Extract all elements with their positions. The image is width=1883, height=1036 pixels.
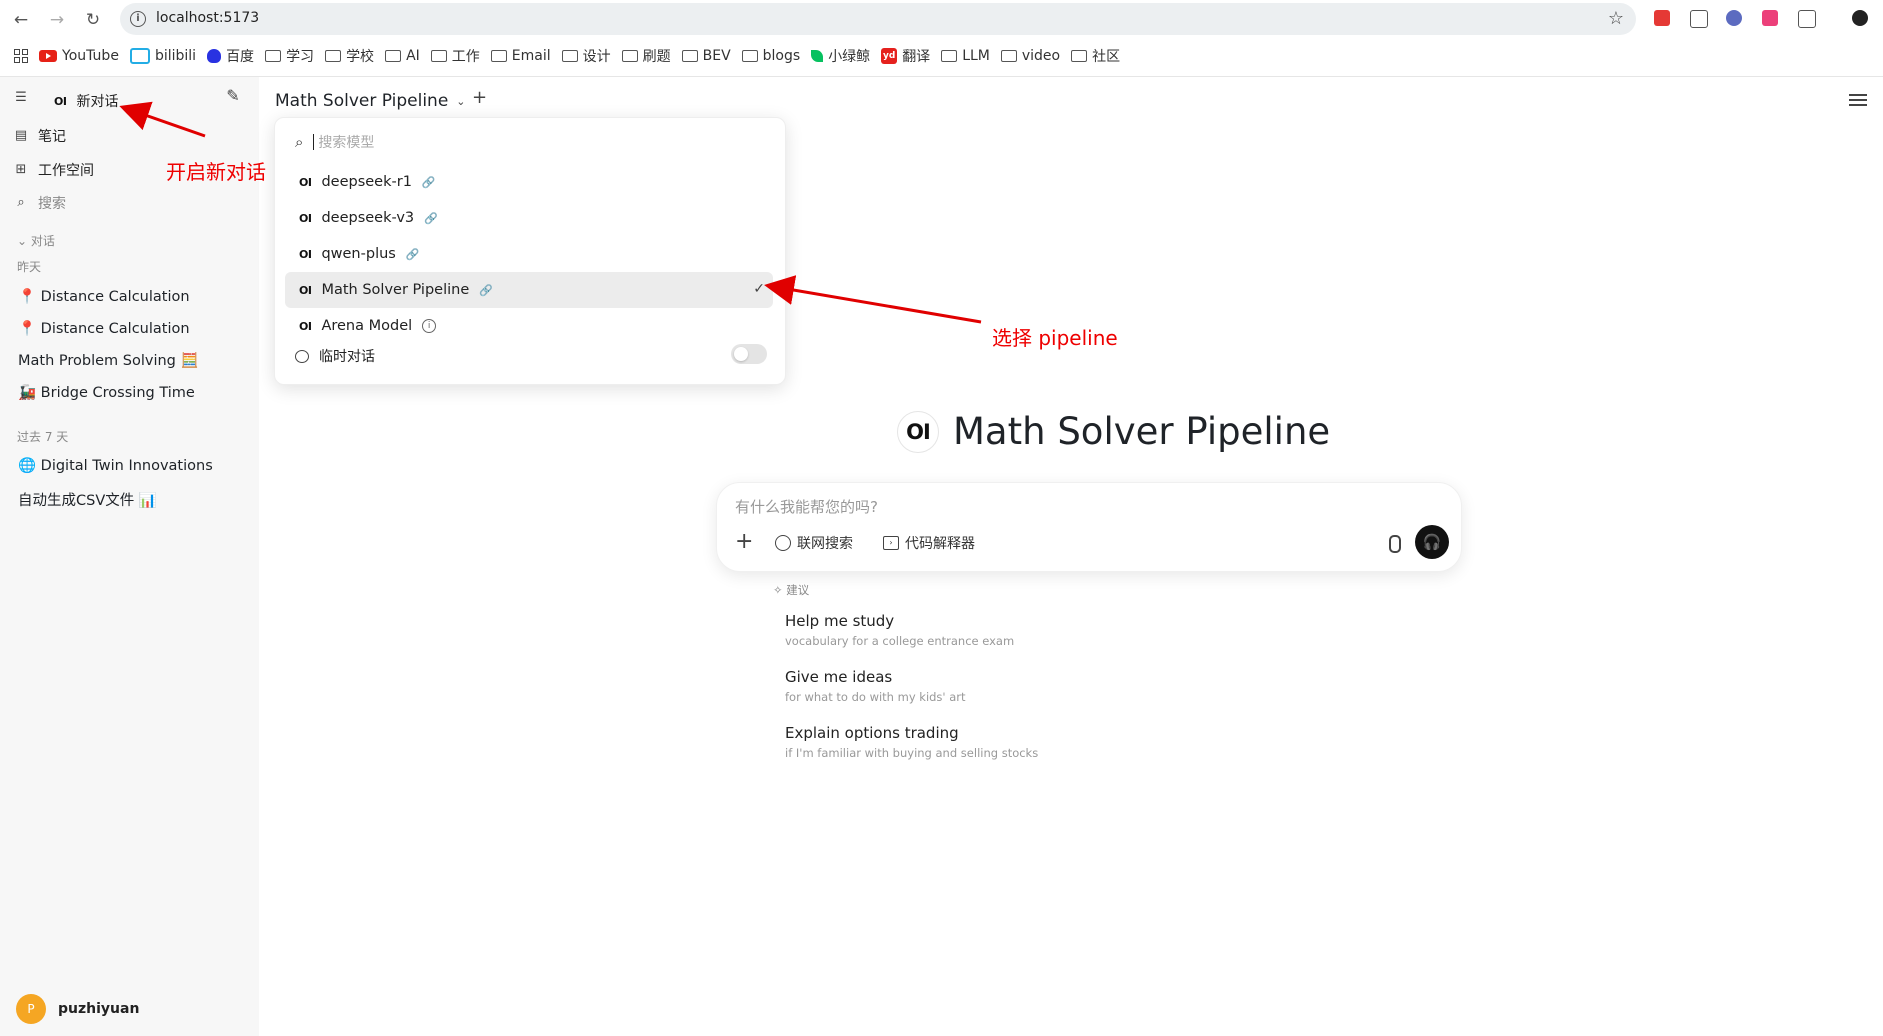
annotation-arrow-new-chat bbox=[119, 101, 206, 138]
annotation-new-chat: 开启新对话 bbox=[166, 160, 266, 184]
annotation-layer bbox=[119, 101, 982, 324]
annotation-arrow-pipeline bbox=[764, 275, 982, 324]
annotation-select-pipeline: 选择 pipeline bbox=[992, 326, 1118, 350]
